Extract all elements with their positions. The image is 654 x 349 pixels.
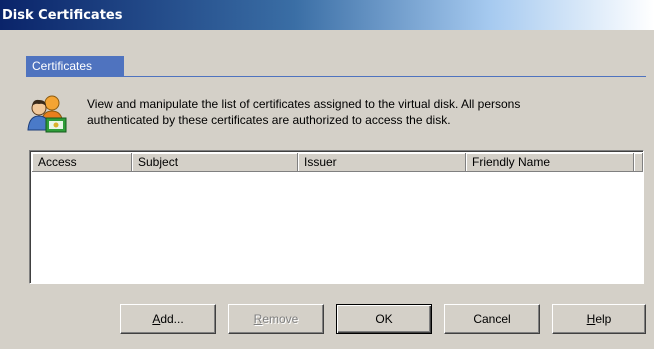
description-line-1: View and manipulate the list of certific… xyxy=(87,97,521,111)
list-header: Access Subject Issuer Friendly Name xyxy=(32,153,643,173)
remove-label: emove xyxy=(262,312,299,326)
tab-strip: Certificates xyxy=(26,56,646,78)
remove-mnemonic: R xyxy=(253,312,263,326)
users-certificate-icon xyxy=(27,95,67,133)
column-header-filler xyxy=(634,153,643,172)
column-header-access[interactable]: Access xyxy=(32,153,132,172)
ok-button[interactable]: OK xyxy=(336,304,432,334)
help-label: elp xyxy=(595,312,612,326)
column-header-subject[interactable]: Subject xyxy=(132,153,298,172)
description-text: View and manipulate the list of certific… xyxy=(87,96,607,128)
column-header-issuer[interactable]: Issuer xyxy=(298,153,466,172)
certificates-list[interactable]: Access Subject Issuer Friendly Name xyxy=(29,150,644,284)
column-header-friendly-name[interactable]: Friendly Name xyxy=(466,153,634,172)
description-line-2: authenticated by these certificates are … xyxy=(87,113,451,127)
cancel-button[interactable]: Cancel xyxy=(444,304,540,334)
add-label: dd... xyxy=(160,312,184,326)
tab-divider xyxy=(26,76,646,77)
tab-certificates[interactable]: Certificates xyxy=(26,56,124,76)
title-bar[interactable]: Disk Certificates xyxy=(0,0,654,30)
help-button[interactable]: Help xyxy=(552,304,646,334)
window-title: Disk Certificates xyxy=(2,8,123,23)
remove-button[interactable]: Remove xyxy=(228,304,324,334)
add-button[interactable]: Add... xyxy=(120,304,216,334)
